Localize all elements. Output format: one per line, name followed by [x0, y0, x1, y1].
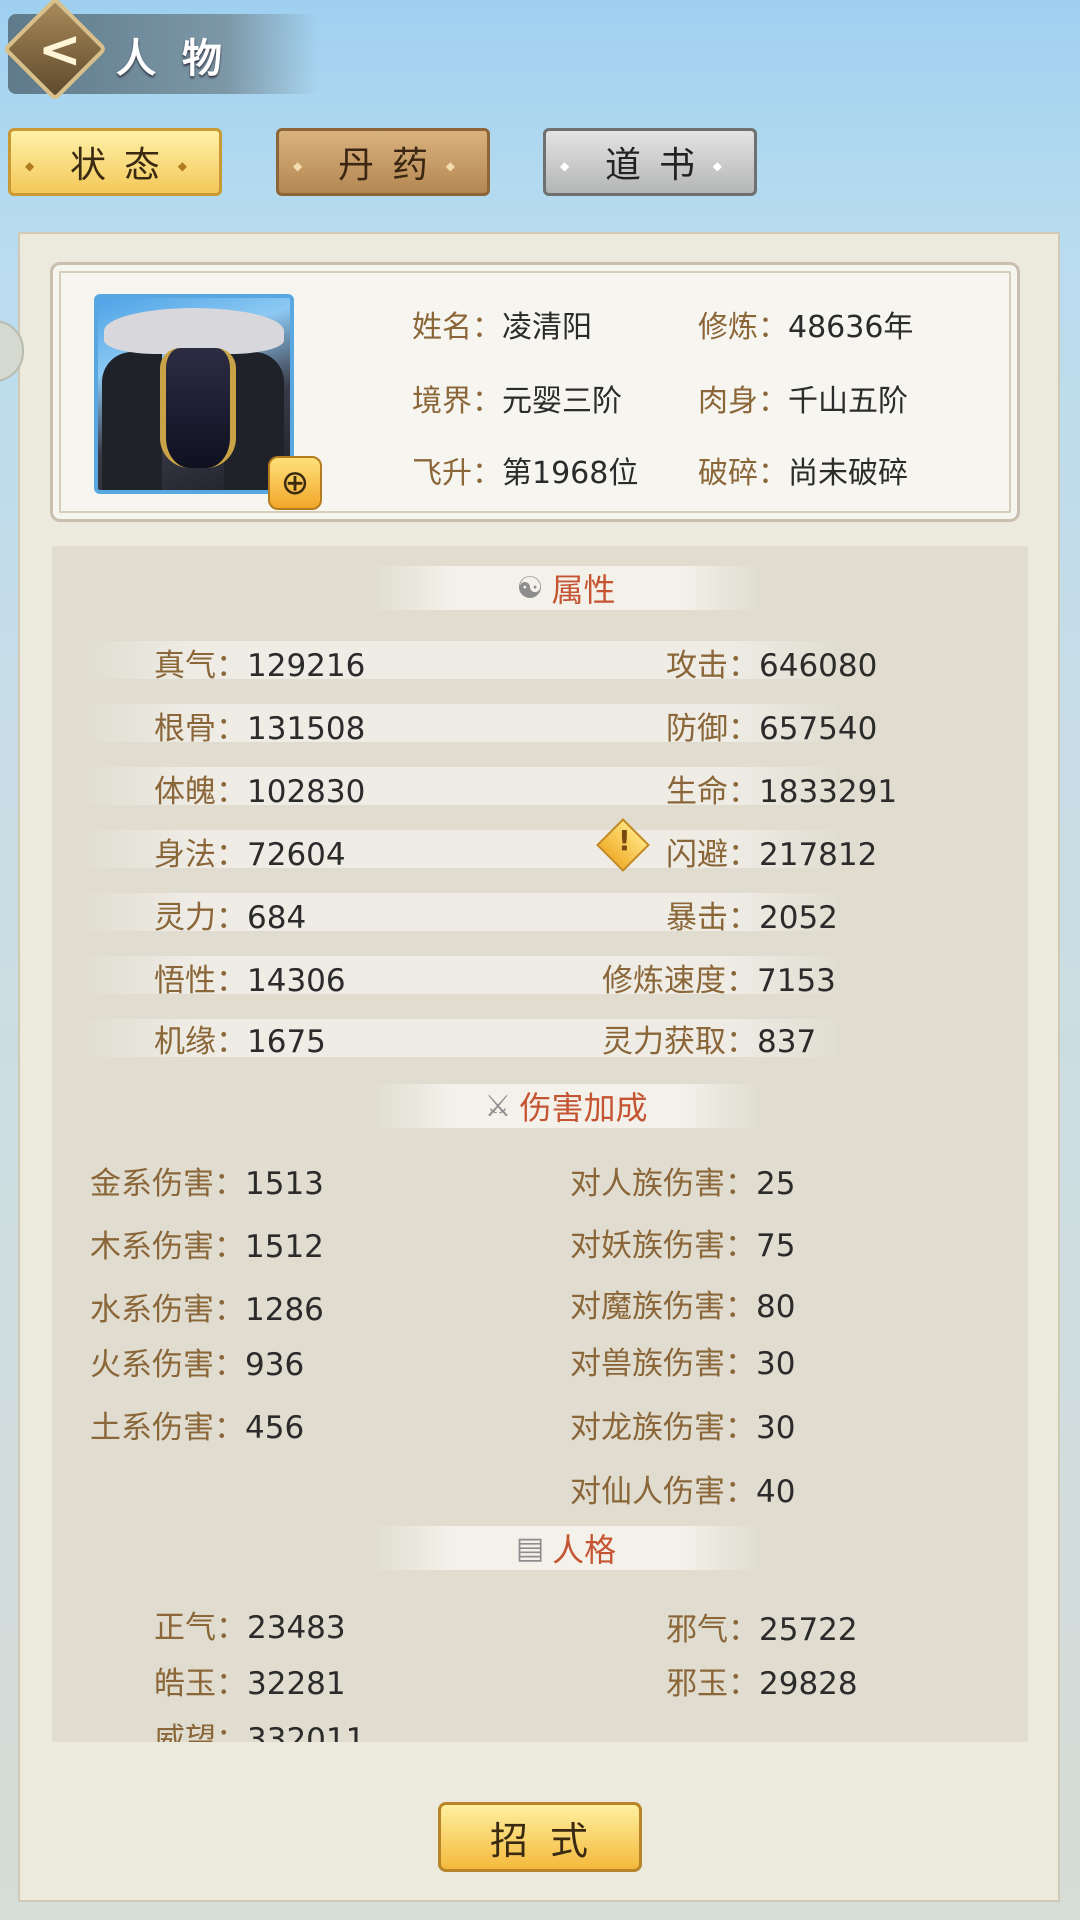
section-title: 伤害加成	[519, 1089, 648, 1127]
page-title: 人物	[116, 36, 248, 82]
tab-elixirs[interactable]: 丹药	[276, 128, 490, 196]
damage-row: 对妖族伤害：75	[570, 1228, 796, 1264]
zoom-in-icon[interactable]: ⊕	[268, 456, 322, 510]
personality-row: 邪玉：29828	[666, 1666, 858, 1702]
profile-realm: 元婴三阶	[502, 384, 622, 419]
document-icon: ▤	[515, 1530, 545, 1566]
attr-row: 生命：1833291	[666, 774, 898, 810]
personality-row: 皓玉：32281	[154, 1666, 346, 1702]
attr-row: 暴击：2052	[666, 900, 838, 936]
attr-row: 防御：657540	[666, 711, 878, 747]
damage-row: 木系伤害：1512	[90, 1229, 324, 1265]
attr-row: 根骨：131508	[154, 711, 366, 747]
personality-row: 邪气：25722	[666, 1612, 858, 1648]
profile-label: 破碎：	[698, 456, 788, 491]
damage-row: 对仙人伤害：40	[570, 1474, 796, 1510]
personality-row: 威望：332011	[154, 1722, 366, 1742]
skills-button[interactable]: 招式	[438, 1802, 642, 1872]
profile-label: 修炼：	[698, 310, 788, 345]
damage-row: 火系伤害：936	[90, 1347, 305, 1383]
damage-row: 对魔族伤害：80	[570, 1289, 796, 1325]
attr-row: 灵力获取：837	[602, 1024, 817, 1060]
section-damage-header: ⚔ 伤害加成	[374, 1084, 758, 1128]
avatar[interactable]	[94, 294, 294, 494]
attr-row: 修炼速度：7153	[602, 963, 836, 999]
damage-row: 金系伤害：1513	[90, 1166, 324, 1202]
profile-label: 境界：	[412, 384, 502, 419]
damage-row: 对龙族伤害：30	[570, 1410, 796, 1446]
attr-row: 攻击：646080	[666, 648, 878, 684]
crossed-swords-icon: ⚔	[484, 1088, 512, 1124]
profile-shatter: 尚未破碎	[788, 456, 908, 491]
damage-row: 对兽族伤害：30	[570, 1346, 796, 1382]
personality-row: 正气：23483	[154, 1610, 346, 1646]
damage-row: 对人族伤害：25	[570, 1166, 796, 1202]
chevron-left-icon[interactable]: <	[38, 24, 82, 76]
attr-row: 灵力：684	[154, 900, 307, 936]
profile-label: 飞升：	[412, 456, 502, 491]
attr-row: 悟性：14306	[154, 963, 346, 999]
profile-cultivation: 48636年	[788, 310, 914, 345]
profile-label: 姓名：	[412, 310, 502, 345]
attr-row: 真气：129216	[154, 648, 366, 684]
hair-shape	[102, 352, 162, 490]
section-title: 人格	[552, 1531, 617, 1569]
profile-label: 肉身：	[698, 384, 788, 419]
attr-row: 体魄：102830	[154, 774, 366, 810]
tab-books[interactable]: 道书	[543, 128, 757, 196]
attr-row: 闪避：217812	[666, 837, 878, 873]
damage-row: 土系伤害：456	[90, 1410, 305, 1446]
stats-scroll-area[interactable]: ☯ 属性 真气：129216 根骨：131508 体魄：102830 身法：72…	[52, 546, 1028, 1742]
attr-row: 机缘：1675	[154, 1024, 326, 1060]
tab-status[interactable]: 状态	[8, 128, 222, 196]
warning-icon: !	[618, 824, 631, 857]
profile-ascension: 第1968位	[502, 456, 639, 491]
mask-shape	[160, 348, 236, 468]
profile-name: 凌清阳	[502, 310, 592, 345]
damage-row: 水系伤害：1286	[90, 1292, 324, 1328]
section-attributes-header: ☯ 属性	[374, 566, 758, 610]
section-personality-header: ▤ 人格	[374, 1526, 758, 1570]
attr-row: 身法：72604	[154, 837, 346, 873]
yin-yang-icon: ☯	[516, 570, 544, 606]
profile-body: 千山五阶	[788, 384, 908, 419]
section-title: 属性	[551, 571, 616, 609]
